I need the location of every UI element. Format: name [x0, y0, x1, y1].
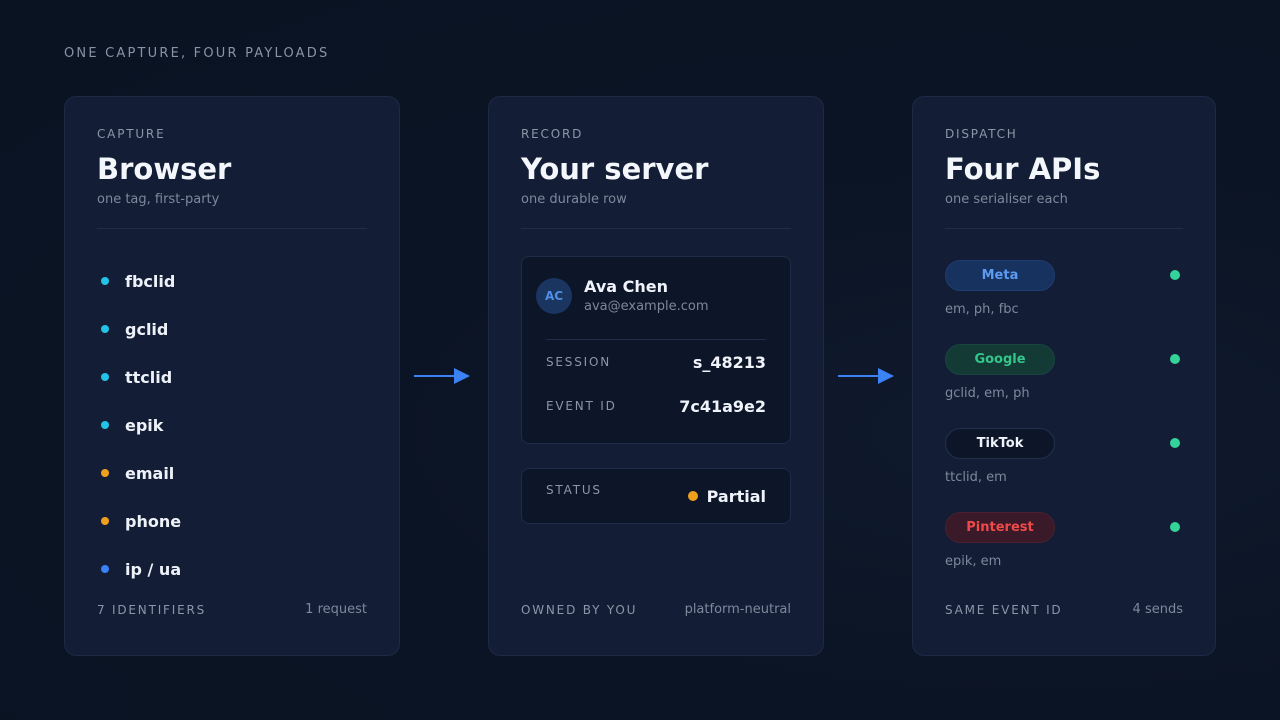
- identifier-label: ttclid: [125, 367, 173, 387]
- api-fields: gclid, em, ph: [945, 386, 1030, 401]
- status-row: STATUS Partial: [521, 468, 791, 524]
- api-pill-meta: Meta: [945, 260, 1055, 291]
- dispatch-card: DISPATCH Four APIs one serialiser each M…: [912, 96, 1216, 656]
- person-name: Ava Chen: [584, 277, 668, 296]
- identifier-label: epik: [125, 415, 164, 435]
- identifier-item: fbclid: [97, 257, 367, 305]
- api-pill-google: Google: [945, 344, 1055, 375]
- capture-card: CAPTURE Browser one tag, first-party fbc…: [64, 96, 400, 656]
- api-fields: epik, em: [945, 554, 1002, 569]
- identifier-label: ip / ua: [125, 559, 182, 579]
- person-email: ava@example.com: [584, 299, 709, 314]
- api-status-dot: [1170, 270, 1180, 280]
- identifier-item: email: [97, 449, 367, 497]
- api-item-meta: Meta em, ph, fbc: [945, 260, 1183, 344]
- dispatch-divider: [945, 228, 1183, 229]
- api-pill-tiktok: TikTok: [945, 428, 1055, 459]
- api-status-dot: [1170, 438, 1180, 448]
- session-value: s_48213: [692, 352, 766, 372]
- record-footer-owner: OWNED BY YOU: [521, 602, 638, 617]
- identifier-list: fbclid gclid ttclid epik email phone ip …: [97, 257, 367, 593]
- api-fields: em, ph, fbc: [945, 302, 1019, 317]
- api-item-pinterest: Pinterest epik, em: [945, 512, 1183, 596]
- event-id-label: EVENT ID: [546, 399, 617, 413]
- api-status-dot: [1170, 354, 1180, 364]
- capture-title: Browser: [97, 152, 232, 186]
- identifier-item: epik: [97, 401, 367, 449]
- record-card: RECORD Your server one durable row AC Av…: [488, 96, 824, 656]
- record-kicker: RECORD: [521, 127, 584, 141]
- event-id-value: 7c41a9e2: [679, 396, 766, 416]
- capture-divider: [97, 228, 367, 229]
- api-status-dot: [1170, 522, 1180, 532]
- capture-kicker: CAPTURE: [97, 127, 166, 141]
- dispatch-kicker: DISPATCH: [945, 127, 1018, 141]
- identifier-dot: [101, 421, 109, 429]
- session-field: SESSION s_48213: [536, 340, 766, 384]
- record-title: Your server: [521, 152, 709, 186]
- dispatch-footer-count: 4 sends: [1132, 602, 1183, 617]
- api-item-tiktok: TikTok ttclid, em: [945, 428, 1183, 512]
- api-list: Meta em, ph, fbc Google gclid, em, ph Ti…: [945, 260, 1183, 596]
- record-footer-note: platform-neutral: [684, 602, 791, 617]
- capture-subtitle: one tag, first-party: [97, 192, 220, 207]
- record-row: AC Ava Chen ava@example.com SESSION s_48…: [521, 256, 791, 444]
- identifier-item: ttclid: [97, 353, 367, 401]
- dispatch-footer-event: SAME EVENT ID: [945, 602, 1063, 617]
- capture-footer-count: 7 IDENTIFIERS: [97, 602, 207, 617]
- api-item-google: Google gclid, em, ph: [945, 344, 1183, 428]
- dispatch-subtitle: one serialiser each: [945, 192, 1068, 207]
- record-subtitle: one durable row: [521, 192, 627, 207]
- page-eyebrow: ONE CAPTURE, FOUR PAYLOADS: [64, 46, 330, 61]
- identifier-dot: [101, 277, 109, 285]
- dispatch-title: Four APIs: [945, 152, 1101, 186]
- identifier-dot: [101, 565, 109, 573]
- session-label: SESSION: [546, 355, 611, 369]
- dispatch-footer: SAME EVENT ID 4 sends: [945, 602, 1183, 617]
- capture-footer-note: 1 request: [305, 602, 367, 617]
- status-dot: [687, 491, 698, 501]
- identifier-dot: [101, 517, 109, 525]
- record-footer: OWNED BY YOU platform-neutral: [521, 602, 791, 617]
- identifier-label: phone: [125, 511, 182, 531]
- identifier-item: phone: [97, 497, 367, 545]
- identifier-item: ip / ua: [97, 545, 367, 593]
- identifier-dot: [101, 373, 109, 381]
- avatar: AC: [536, 277, 572, 314]
- capture-footer: 7 IDENTIFIERS 1 request: [97, 602, 367, 617]
- identifier-item: gclid: [97, 305, 367, 353]
- api-pill-pinterest: Pinterest: [945, 512, 1055, 543]
- identifier-label: fbclid: [125, 271, 176, 291]
- event-id-field: EVENT ID 7c41a9e2: [536, 384, 766, 428]
- status-value: Partial: [706, 486, 766, 506]
- identifier-dot: [101, 325, 109, 333]
- identifier-dot: [101, 469, 109, 477]
- record-person: AC Ava Chen ava@example.com: [536, 277, 766, 314]
- flow-arrow-icon: [414, 368, 470, 384]
- identifier-label: gclid: [125, 319, 169, 339]
- status-label: STATUS: [546, 483, 602, 497]
- status-badge: Partial: [687, 486, 766, 506]
- identifier-label: email: [125, 463, 175, 483]
- api-fields: ttclid, em: [945, 470, 1007, 485]
- flow-arrow-icon: [838, 368, 894, 384]
- record-divider: [521, 228, 791, 229]
